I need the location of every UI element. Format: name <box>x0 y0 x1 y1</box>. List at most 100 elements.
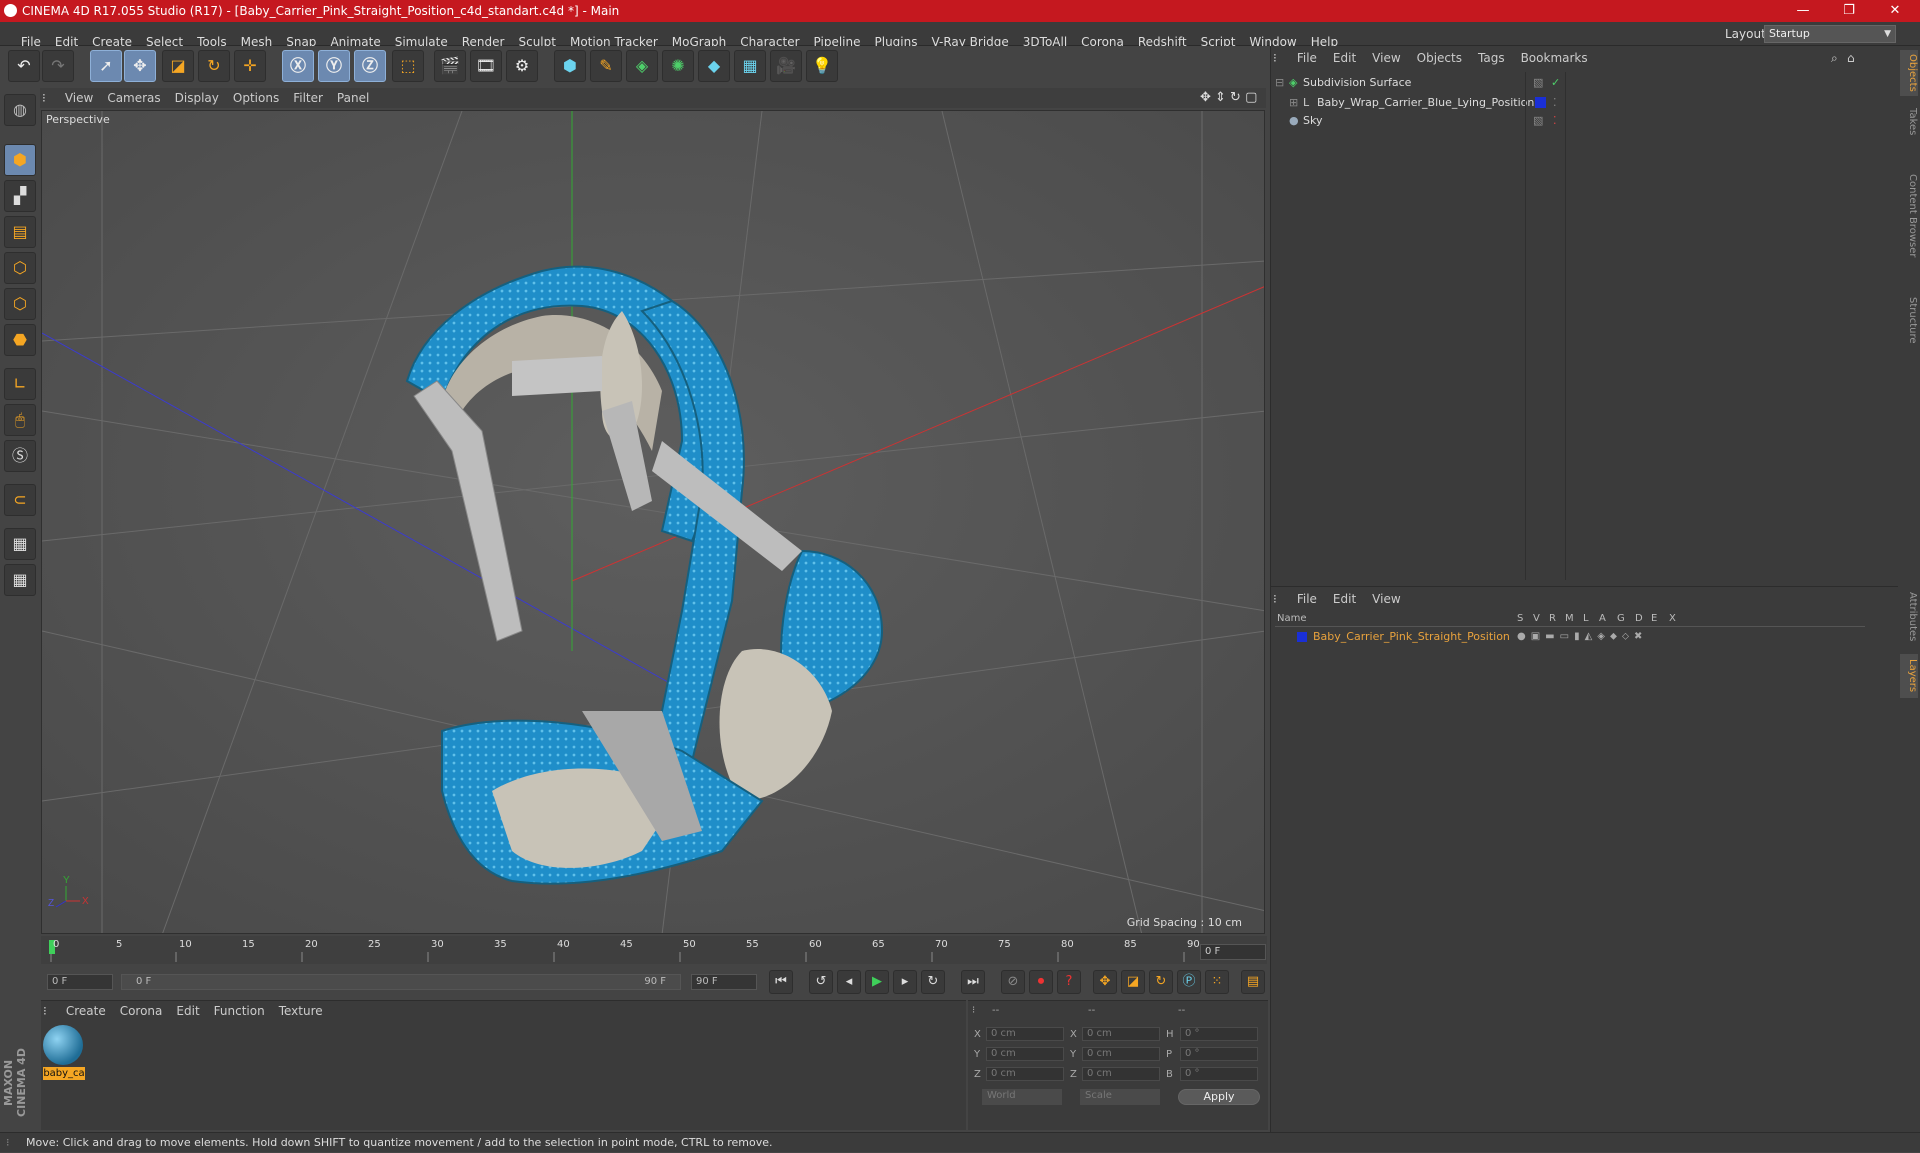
object-menu-objects[interactable]: Objects <box>1409 46 1470 70</box>
layer-toggle-icons[interactable]: ●▣▬▭▮◭◈⬥⬦✖ <box>1517 629 1647 645</box>
floor-object-button[interactable]: ▦ <box>734 50 766 82</box>
axis-mode-button[interactable]: ∟ <box>4 368 36 400</box>
rotation-b-field[interactable]: 0 ° <box>1180 1067 1258 1081</box>
y-axis-lock-button[interactable]: Ⓨ <box>318 50 350 82</box>
column-x[interactable]: X <box>1669 613 1676 624</box>
rotation-h-field[interactable]: 0 ° <box>1180 1027 1258 1041</box>
keyframe-selection-button[interactable]: ? <box>1057 970 1081 994</box>
render-picture-viewer-button[interactable]: 🎞 <box>470 50 502 82</box>
undo-button[interactable]: ↶ <box>8 50 40 82</box>
timeline-window-button[interactable]: ▤ <box>1241 970 1265 994</box>
key-parameter-button[interactable]: Ⓟ <box>1177 970 1201 994</box>
next-frame-button[interactable]: ▸ <box>893 970 917 994</box>
tab-attributes[interactable]: Attributes <box>1900 584 1918 650</box>
polygons-mode-button[interactable]: ⬣ <box>4 324 36 356</box>
position-y-field[interactable]: 0 cm <box>986 1047 1064 1061</box>
visibility-dots-icon[interactable]: ⁚ <box>1553 94 1557 112</box>
key-pla-button[interactable]: ⁙ <box>1205 970 1229 994</box>
start-frame-field[interactable]: 0 F <box>47 974 113 990</box>
enabled-check-icon[interactable]: ✓ <box>1551 74 1560 92</box>
timeline-ruler[interactable]: 0 5 10 15 20 25 30 35 40 45 50 55 60 65 70 75 80 85 90 <box>41 936 1267 964</box>
make-editable-button[interactable]: ◍ <box>4 94 36 126</box>
key-scale-button[interactable]: ◪ <box>1121 970 1145 994</box>
column-m[interactable]: M <box>1565 613 1574 624</box>
end-frame-field[interactable]: 90 F <box>691 974 757 990</box>
previous-frame-button[interactable]: ◂ <box>837 970 861 994</box>
play-button[interactable]: ▶ <box>865 970 889 994</box>
z-axis-lock-button[interactable]: Ⓩ <box>354 50 386 82</box>
deformer-button[interactable]: ◆ <box>698 50 730 82</box>
column-r[interactable]: R <box>1549 613 1556 624</box>
perspective-viewport[interactable]: Y X Z Perspective Grid Spacing : 10 cm <box>41 110 1265 934</box>
object-menu-edit[interactable]: Edit <box>1325 46 1364 70</box>
column-g[interactable]: G <box>1617 613 1625 624</box>
current-frame-field[interactable]: 0 F <box>1200 944 1266 960</box>
size-y-field[interactable]: 0 cm <box>1082 1047 1160 1061</box>
tab-objects[interactable]: Objects <box>1900 50 1918 96</box>
tab-layers[interactable]: Layers <box>1900 654 1918 698</box>
edges-mode-button[interactable]: ⬡ <box>4 288 36 320</box>
column-e[interactable]: E <box>1651 613 1657 624</box>
autokey-button[interactable]: ⏺ <box>1029 970 1053 994</box>
goto-end-button[interactable]: ⏭ <box>961 970 985 994</box>
subdivision-surface-button[interactable]: ◈ <box>626 50 658 82</box>
object-menu-bookmarks[interactable]: Bookmarks <box>1513 46 1596 70</box>
column-name[interactable]: Name <box>1277 613 1307 624</box>
render-settings-button[interactable]: ⚙ <box>506 50 538 82</box>
previous-key-button[interactable]: ↺ <box>809 970 833 994</box>
object-row-baby-wrap-carrier[interactable]: ⊞ L Baby_Wrap_Carrier_Blue_Lying_Positio… <box>1275 94 1865 112</box>
texture-mode-button[interactable]: ▞ <box>4 180 36 212</box>
cube-object-button[interactable]: ⬢ <box>554 50 586 82</box>
quantize-button[interactable]: ▦ <box>4 564 36 596</box>
redo-button[interactable]: ↷ <box>42 50 74 82</box>
layer-menu-file[interactable]: File <box>1289 587 1325 611</box>
spline-pen-button[interactable]: ✎ <box>590 50 622 82</box>
viewport-menu-panel[interactable]: Panel <box>330 88 376 108</box>
minimize-button[interactable]: — <box>1780 0 1826 22</box>
scale-tool-button[interactable]: ◪ <box>162 50 194 82</box>
layer-color-swatch[interactable] <box>1535 97 1546 108</box>
layout-select[interactable]: Startup ▼ <box>1764 25 1896 43</box>
x-axis-lock-button[interactable]: Ⓧ <box>282 50 314 82</box>
key-rotation-button[interactable]: ↻ <box>1149 970 1173 994</box>
expand-toggle-icon[interactable]: ⊞ <box>1289 94 1298 112</box>
coordinate-mode-select[interactable]: World <box>982 1089 1062 1105</box>
rotation-p-field[interactable]: 0 ° <box>1180 1047 1258 1061</box>
column-l[interactable]: L <box>1583 613 1589 624</box>
restore-button[interactable]: ❐ <box>1826 0 1872 22</box>
column-v[interactable]: V <box>1533 613 1540 624</box>
viewport-menu-filter[interactable]: Filter <box>286 88 330 108</box>
render-view-button[interactable]: 🎬 <box>434 50 466 82</box>
position-x-field[interactable]: 0 cm <box>986 1027 1064 1041</box>
layer-menu-view[interactable]: View <box>1364 587 1408 611</box>
object-row-subdivision-surface[interactable]: ⊟ ◈ Subdivision Surface ▧ ✓ <box>1275 74 1865 92</box>
coordinate-system-button[interactable]: ⬚ <box>392 50 424 82</box>
move-tool-button[interactable]: ✥ <box>124 50 156 82</box>
object-menu-tags[interactable]: Tags <box>1470 46 1513 70</box>
apply-button[interactable]: Apply <box>1178 1089 1260 1105</box>
size-x-field[interactable]: 0 cm <box>1082 1027 1160 1041</box>
material-menu-corona[interactable]: Corona <box>113 1001 170 1021</box>
tab-takes[interactable]: Takes <box>1900 102 1918 142</box>
viewport-nav-icons[interactable]: ✥ ⇕ ↻ ▢ <box>1200 88 1257 108</box>
material-menu-texture[interactable]: Texture <box>272 1001 330 1021</box>
camera-object-button[interactable]: 🎥 <box>770 50 802 82</box>
record-button[interactable]: ⊘ <box>1001 970 1025 994</box>
layer-row[interactable]: Baby_Carrier_Pink_Straight_Position ●▣▬▭… <box>1275 629 1865 645</box>
rotate-tool-button[interactable]: ↻ <box>198 50 230 82</box>
next-key-button[interactable]: ↻ <box>921 970 945 994</box>
search-icon[interactable]: ⌕ <box>1831 46 1838 70</box>
workplane-mode-button[interactable]: ▤ <box>4 216 36 248</box>
editor-visibility-icon[interactable]: ▧ <box>1533 112 1543 130</box>
expand-toggle-icon[interactable]: ⊟ <box>1275 74 1284 92</box>
light-object-button[interactable]: 💡 <box>806 50 838 82</box>
close-button[interactable]: ✕ <box>1872 0 1918 22</box>
size-z-field[interactable]: 0 cm <box>1082 1067 1160 1081</box>
key-position-button[interactable]: ✥ <box>1093 970 1117 994</box>
material-menu-create[interactable]: Create <box>59 1001 113 1021</box>
viewport-menu-options[interactable]: Options <box>226 88 286 108</box>
material-menu-function[interactable]: Function <box>207 1001 272 1021</box>
size-mode-select[interactable]: Scale <box>1080 1089 1160 1105</box>
tab-content-browser[interactable]: Content Browser <box>1900 146 1918 286</box>
object-menu-file[interactable]: File <box>1289 46 1325 70</box>
